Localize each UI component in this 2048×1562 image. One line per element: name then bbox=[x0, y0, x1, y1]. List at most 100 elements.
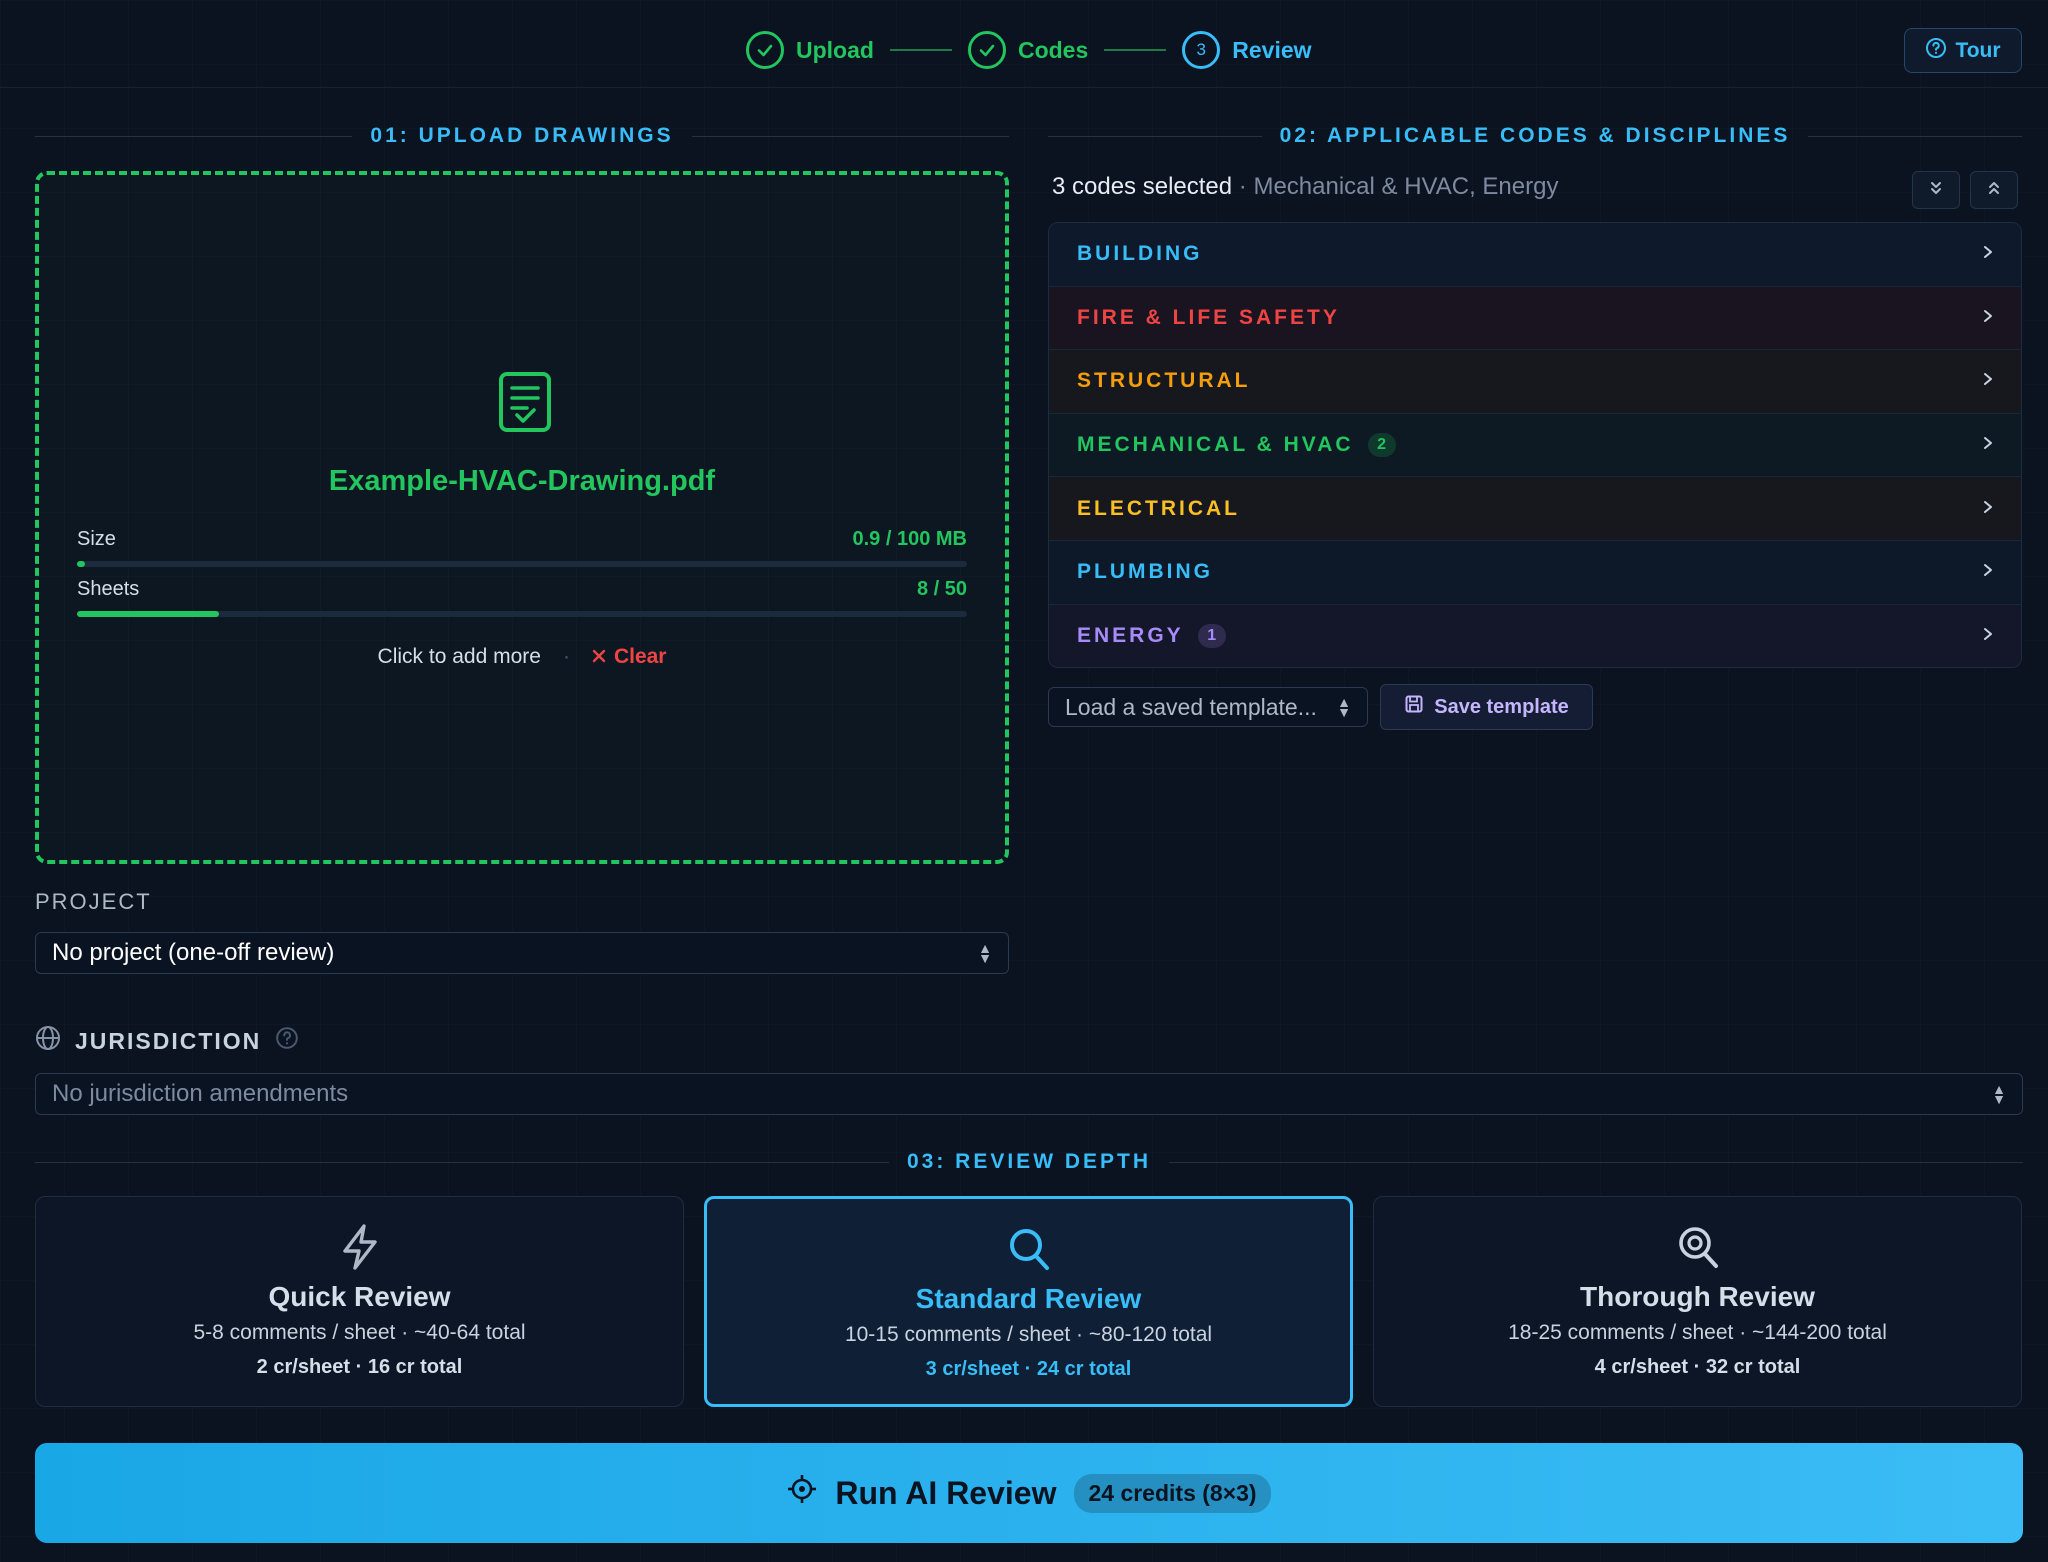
step-label: Review bbox=[1232, 36, 1312, 63]
chevrons-down-icon bbox=[1927, 179, 1945, 202]
chevron-updown-icon: ▲ ▼ bbox=[1992, 1081, 2006, 1107]
upload-section-header: 01: UPLOAD DRAWINGS bbox=[35, 124, 1009, 148]
chevron-updown-icon: ▲ ▼ bbox=[1337, 694, 1351, 720]
top-bar: Upload Codes 3 Review Tour bbox=[0, 0, 2048, 88]
depth-section-header: 03: REVIEW DEPTH bbox=[35, 1150, 2024, 1174]
step-codes[interactable]: Codes bbox=[967, 31, 1089, 69]
card-cost: 4 cr/sheet · 32 cr total bbox=[1594, 1356, 1801, 1378]
project-label: PROJECT bbox=[35, 889, 152, 914]
chevron-right-icon bbox=[1981, 497, 1995, 521]
category-label: ELECTRICAL bbox=[1077, 496, 1240, 520]
chevrons-up-icon bbox=[1985, 179, 2003, 202]
card-title: Thorough Review bbox=[1580, 1281, 1815, 1312]
divider bbox=[1048, 135, 1262, 137]
run-ai-review-button[interactable]: Run AI Review 24 credits (8×3) bbox=[35, 1443, 2023, 1543]
divider bbox=[1808, 135, 2023, 137]
codes-section-header: 02: APPLICABLE CODES & DISCIPLINES bbox=[1048, 124, 2023, 148]
add-more-link[interactable]: Click to add more bbox=[378, 645, 541, 669]
save-template-button[interactable]: Save template bbox=[1380, 684, 1593, 730]
zoom-search-icon bbox=[1374, 1223, 2021, 1271]
chevron-right-icon bbox=[1981, 433, 1995, 457]
tour-label: Tour bbox=[1955, 38, 2001, 62]
card-description: 18-25 comments / sheet · ~144-200 total bbox=[1508, 1321, 1887, 1344]
chevron-right-icon bbox=[1981, 560, 1995, 584]
clear-label: Clear bbox=[613, 645, 667, 668]
size-value: 0.9 / 100 MB bbox=[852, 528, 967, 550]
category-label: BUILDING bbox=[1077, 242, 1203, 266]
card-description: 10-15 comments / sheet · ~80-120 total bbox=[844, 1323, 1213, 1346]
chevron-right-icon bbox=[1981, 306, 1995, 330]
collapse-all-button[interactable] bbox=[1970, 171, 2018, 209]
template-select[interactable]: Load a saved template... ▲ ▼ bbox=[1048, 687, 1368, 727]
search-icon bbox=[707, 1225, 1350, 1273]
selected-count-badge: 2 bbox=[1367, 433, 1396, 458]
step-upload[interactable]: Upload bbox=[746, 31, 874, 69]
codes-detail: · Mechanical & HVAC, Energy bbox=[1232, 173, 1559, 200]
credits-badge: 24 credits (8×3) bbox=[1074, 1473, 1271, 1513]
project-select[interactable]: No project (one-off review) ▲ ▼ bbox=[35, 932, 1009, 974]
category-label: STRUCTURAL bbox=[1077, 369, 1251, 393]
template-placeholder: Load a saved template... bbox=[1065, 693, 1317, 720]
step-label: Codes bbox=[1017, 36, 1089, 63]
code-category-mechanical-hvac[interactable]: MECHANICAL & HVAC 2 bbox=[1049, 413, 2021, 478]
step-connector bbox=[1104, 49, 1167, 51]
step-label: Upload bbox=[796, 36, 874, 63]
card-title: Quick Review bbox=[268, 1281, 451, 1312]
code-category-structural[interactable]: STRUCTURAL bbox=[1049, 350, 2021, 414]
close-icon bbox=[592, 645, 606, 669]
clear-button[interactable]: Clear bbox=[592, 645, 667, 669]
expand-all-button[interactable] bbox=[1912, 171, 1960, 209]
code-category-fire-life-safety[interactable]: FIRE & LIFE SAFETY bbox=[1049, 286, 2021, 351]
crosshair-icon bbox=[787, 1474, 817, 1512]
divider bbox=[1169, 1161, 2024, 1163]
project-value: No project (one-off review) bbox=[52, 939, 335, 966]
code-category-building[interactable]: BUILDING bbox=[1049, 223, 2021, 287]
upload-dropzone[interactable]: Example-HVAC-Drawing.pdf Size 0.9 / 100 … bbox=[35, 171, 1009, 864]
check-icon bbox=[967, 31, 1006, 69]
divider bbox=[691, 135, 1009, 137]
card-description: 5-8 comments / sheet · ~40-64 total bbox=[193, 1321, 526, 1344]
help-circle-icon bbox=[1925, 37, 1947, 65]
card-cost: 2 cr/sheet · 16 cr total bbox=[256, 1356, 463, 1378]
sheets-value: 8 / 50 bbox=[916, 578, 967, 600]
globe-icon bbox=[35, 1025, 61, 1057]
sheets-label: Sheets bbox=[77, 578, 140, 600]
thorough-review-card[interactable]: Thorough Review 18-25 comments / sheet ·… bbox=[1373, 1196, 2022, 1407]
jurisdiction-label-row: JURISDICTION bbox=[35, 1025, 299, 1057]
quick-review-card[interactable]: Quick Review 5-8 comments / sheet · ~40-… bbox=[35, 1196, 684, 1407]
code-category-energy[interactable]: ENERGY 1 bbox=[1049, 604, 2021, 667]
codes-summary: 3 codes selected · Mechanical & HVAC, En… bbox=[1052, 173, 1558, 201]
chevron-updown-icon: ▲ ▼ bbox=[978, 940, 992, 966]
step-review[interactable]: 3 Review bbox=[1182, 31, 1312, 69]
stepper: Upload Codes 3 Review bbox=[746, 30, 1312, 70]
jurisdiction-select[interactable]: No jurisdiction amendments ▲ ▼ bbox=[35, 1073, 2023, 1115]
card-cost: 3 cr/sheet · 24 cr total bbox=[925, 1358, 1132, 1380]
file-check-icon bbox=[497, 371, 553, 433]
tour-button[interactable]: Tour bbox=[1904, 28, 2022, 73]
section-title: 01: UPLOAD DRAWINGS bbox=[370, 124, 674, 147]
size-progress-bar bbox=[77, 561, 967, 567]
step-connector bbox=[889, 49, 952, 51]
standard-review-card[interactable]: Standard Review 10-15 comments / sheet ·… bbox=[704, 1196, 1353, 1407]
category-label: MECHANICAL & HVAC bbox=[1077, 433, 1354, 457]
chevron-right-icon bbox=[1981, 369, 1995, 393]
divider bbox=[35, 135, 353, 137]
selected-count-badge: 1 bbox=[1197, 624, 1226, 649]
divider bbox=[35, 1161, 889, 1163]
lightning-icon bbox=[36, 1223, 683, 1271]
codes-accordion: BUILDING FIRE & LIFE SAFETY STRUCTURAL MECH… bbox=[1048, 222, 2022, 668]
category-label: ENERGY bbox=[1077, 624, 1184, 648]
help-circle-icon[interactable] bbox=[275, 1026, 299, 1056]
file-name: Example-HVAC-Drawing.pdf bbox=[328, 465, 716, 497]
save-icon bbox=[1404, 694, 1424, 720]
jurisdiction-label: JURISDICTION bbox=[75, 1027, 262, 1054]
code-category-electrical[interactable]: ELECTRICAL bbox=[1049, 477, 2021, 541]
jurisdiction-value: No jurisdiction amendments bbox=[52, 1080, 349, 1107]
section-title: 03: REVIEW DEPTH bbox=[906, 1150, 1152, 1173]
step-number: 3 bbox=[1182, 31, 1221, 69]
size-progress-fill bbox=[77, 561, 85, 567]
check-icon bbox=[746, 31, 784, 69]
run-label: Run AI Review bbox=[835, 1474, 1057, 1511]
code-category-plumbing[interactable]: PLUMBING bbox=[1049, 540, 2021, 605]
category-label: PLUMBING bbox=[1077, 560, 1213, 584]
